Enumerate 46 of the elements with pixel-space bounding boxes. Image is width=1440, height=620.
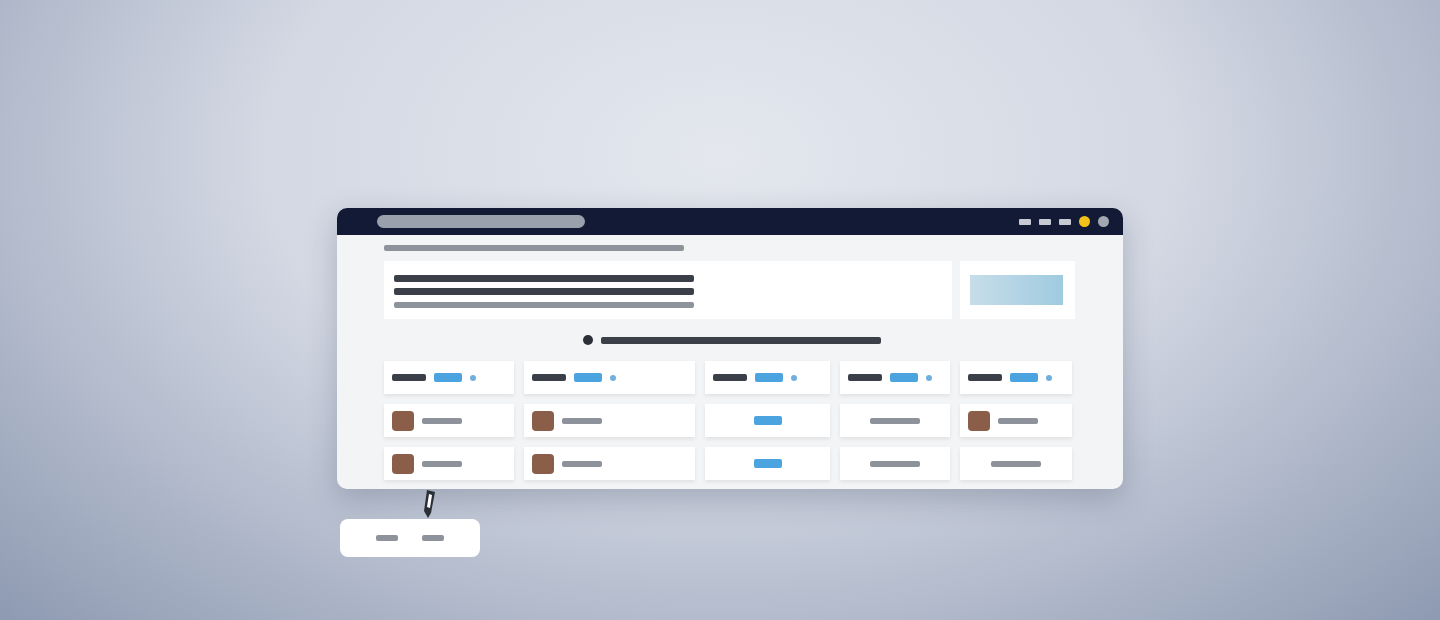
grid-card[interactable] [840,361,950,394]
text-placeholder [998,417,1038,424]
text-placeholder [870,460,920,467]
text-placeholder [422,535,444,541]
grid-card[interactable] [524,447,695,480]
grid-card[interactable] [524,361,695,394]
text-placeholder [422,417,462,424]
photo-placeholder [968,410,990,431]
dot-icon [1046,374,1052,381]
text-placeholder [562,417,602,424]
dot-icon [610,374,616,381]
text-placeholder [562,460,602,467]
grid-card[interactable] [960,361,1072,394]
grid-card[interactable] [384,404,514,437]
tag-chip [755,373,783,382]
tag-chip [753,459,782,468]
grid-card[interactable] [524,404,695,437]
photo-placeholder [392,410,414,431]
photo-placeholder [532,410,554,431]
text-placeholder [713,374,747,381]
text-placeholder [532,374,566,381]
tag-chip [434,373,462,382]
dot-icon [470,374,476,381]
tag-chip [1010,373,1038,382]
heading-icon [583,335,593,345]
dot-icon [926,374,932,381]
photo-placeholder [532,453,554,474]
photo-placeholder [392,453,414,474]
text-placeholder [968,374,1002,381]
text-placeholder [870,417,920,424]
text-placeholder [376,535,398,541]
dot-icon [791,374,797,381]
tag-chip [890,373,918,382]
text-placeholder [848,374,882,381]
text-placeholder [392,374,426,381]
toolbar-icon[interactable] [1019,218,1031,225]
text-placeholder [422,460,462,467]
toolbar-icon[interactable] [1059,218,1071,225]
toolbar-icon[interactable] [1039,218,1051,225]
grid-card[interactable] [705,361,830,394]
grid-card[interactable] [960,404,1072,437]
grid-card[interactable] [384,447,514,480]
tag-chip [574,373,602,382]
grid-card[interactable] [384,361,514,394]
text-placeholder [991,460,1041,467]
tag-chip [753,416,782,425]
